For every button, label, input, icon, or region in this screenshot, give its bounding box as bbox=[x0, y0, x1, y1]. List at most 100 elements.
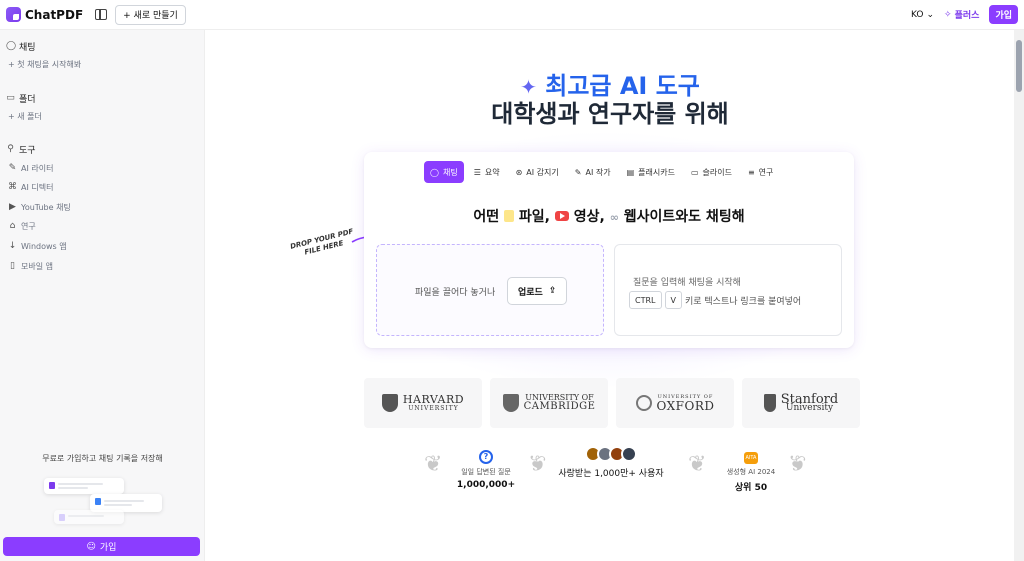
tab-label: AI 감지기 bbox=[526, 167, 559, 177]
brand-name: ChatPDF bbox=[25, 7, 84, 22]
save-history-prompt: 무료로 가입하고 채팅 기록을 저장해 bbox=[42, 454, 163, 463]
mobile-icon: ▯ bbox=[10, 261, 15, 271]
scrollbar-thumb[interactable] bbox=[1016, 40, 1022, 92]
tab-label: 채팅 bbox=[442, 167, 458, 177]
sidebar-item-label: 모바일 앱 bbox=[21, 262, 53, 271]
shield-icon bbox=[381, 394, 398, 412]
stat-label: 사랑받는 1,000만+ 사용자 bbox=[558, 469, 664, 479]
chevron-down-icon: ⌄ bbox=[926, 9, 935, 20]
list-icon: ☰ bbox=[473, 167, 481, 177]
sidebar-item-mobile-app[interactable]: ▯ 모바일 앱 bbox=[8, 261, 53, 272]
stat-label: 생성형 AI 2024 bbox=[726, 468, 776, 476]
university-sub: CAMBRIDGE bbox=[523, 401, 596, 412]
graduation-icon: ⌂ bbox=[9, 221, 16, 231]
language-selector[interactable]: KO ⌄ bbox=[911, 10, 934, 20]
title-part: 영상, bbox=[573, 209, 605, 225]
research-icon: ≡ bbox=[747, 167, 755, 177]
question-icon: ? bbox=[479, 449, 493, 464]
sidebar-section-folder: ▭ 폴더 bbox=[6, 92, 35, 106]
harvard-logo: HARVARD UNIVERSITY bbox=[364, 378, 482, 428]
sidebar-toggle-icon[interactable] bbox=[95, 9, 108, 20]
sidebar-item-label: AI 라이터 bbox=[21, 164, 54, 173]
wrench-icon: ⚲ bbox=[7, 144, 14, 154]
link-icon: ∞ bbox=[609, 211, 619, 224]
youtube-icon bbox=[554, 211, 569, 221]
cambridge-logo: UNIVERSITY OF CAMBRIDGE bbox=[490, 378, 608, 428]
slides-icon: ▭ bbox=[690, 167, 699, 177]
sparkle-icon: ✧ bbox=[944, 9, 952, 20]
avatar bbox=[621, 446, 637, 462]
tab-label: 플래시카드 bbox=[638, 167, 675, 177]
shield-icon bbox=[502, 394, 519, 412]
plus-label: 플러스 bbox=[954, 11, 980, 21]
sidebar-item-label: Windows 앱 bbox=[21, 242, 67, 251]
upload-button[interactable]: 업로드 ⇪ bbox=[507, 277, 568, 305]
tab-label: 연구 bbox=[758, 167, 774, 177]
tool-tabs: ◯ 채팅 ☰ 요약 ⊛ AI 감지기 ✎ AI 작가 ▤ 플래시카드 ▭ 슬라이드 ≡ 연구 bbox=[424, 161, 779, 183]
university-name: UNIVERSITY OF bbox=[525, 393, 594, 402]
stat-value: 상위 50 bbox=[734, 483, 768, 493]
question-input-box[interactable]: 질문을 입력해 채팅을 시작해 CTRL V 키로 텍스트나 링크를 붙여넣어 bbox=[614, 244, 842, 336]
drop-zone-text: 파일을 끌어다 놓거나 bbox=[415, 288, 496, 298]
tab-slides[interactable]: ▭ 슬라이드 bbox=[685, 161, 738, 183]
question-placeholder: 질문을 입력해 채팅을 시작해 bbox=[633, 278, 741, 288]
tab-label: 슬라이드 bbox=[702, 167, 732, 177]
page-scrollbar[interactable] bbox=[1014, 30, 1024, 561]
tab-ai-detector[interactable]: ⊛ AI 감지기 bbox=[510, 161, 565, 183]
detector-icon: ⊛ bbox=[515, 167, 523, 177]
card-icon: ▤ bbox=[626, 167, 635, 177]
signup-button-sidebar[interactable]: ☺ 가입 bbox=[3, 537, 200, 556]
chat-icon: ◯ bbox=[430, 167, 439, 177]
laurel-left-icon: ❦ bbox=[424, 452, 443, 477]
stanford-logo: Stanford University bbox=[742, 378, 860, 428]
university-logos: HARVARD UNIVERSITY UNIVERSITY OF CAMBRIDGE… bbox=[364, 378, 860, 428]
pencil-icon: ✎ bbox=[8, 163, 17, 173]
start-first-chat[interactable]: + 첫 채팅을 시작해봐 bbox=[8, 59, 81, 70]
tab-ai-writer[interactable]: ✎ AI 작가 bbox=[569, 161, 617, 183]
language-label: KO bbox=[911, 9, 924, 20]
sidebar-item-windows-app[interactable]: ↓ Windows 앱 bbox=[8, 241, 67, 252]
chat-any-title: 어떤 파일, 영상, ∞ 웹사이트와도 채팅해 bbox=[364, 206, 854, 226]
sidebar-item-ai-writer[interactable]: ✎ AI 라이터 bbox=[8, 163, 54, 174]
tab-research[interactable]: ≡ 연구 bbox=[742, 161, 779, 183]
stat-award: AITA 생성형 AI 2024 상위 50 bbox=[711, 444, 791, 493]
new-chat-button[interactable]: + 새로 만들기 bbox=[115, 4, 186, 25]
new-folder[interactable]: + 새 폴더 bbox=[8, 111, 42, 122]
folder-icon: ▭ bbox=[6, 93, 15, 103]
file-drop-zone[interactable]: 파일을 끌어다 놓거나 업로드 ⇪ bbox=[376, 244, 604, 336]
pencil-icon: ✎ bbox=[574, 167, 582, 177]
tab-label: 요약 bbox=[484, 167, 500, 177]
sidebar-item-research[interactable]: ⌂ 연구 bbox=[8, 221, 36, 232]
youtube-icon: ▶ bbox=[9, 202, 16, 212]
paste-hint: CTRL V 키로 텍스트나 링크를 붙여넣어 bbox=[629, 291, 801, 309]
paste-hint-text: 키로 텍스트나 링크를 붙여넣어 bbox=[684, 296, 802, 307]
title-part: 어떤 bbox=[473, 209, 500, 225]
seal-icon bbox=[635, 395, 652, 411]
section-title: 채팅 bbox=[19, 43, 36, 53]
signup-button-top[interactable]: 가입 bbox=[989, 5, 1018, 24]
hero-title-line2: 대학생과 연구자를 위해 bbox=[491, 100, 729, 128]
tab-chat[interactable]: ◯ 채팅 bbox=[424, 161, 464, 183]
download-icon: ↓ bbox=[8, 241, 17, 251]
sidebar-item-youtube-chat[interactable]: ▶ YouTube 채팅 bbox=[8, 202, 71, 213]
sidebar-item-ai-detector[interactable]: ⌘ AI 디텍터 bbox=[8, 182, 53, 193]
university-sub: UNIVERSITY bbox=[408, 405, 459, 412]
tab-summary[interactable]: ☰ 요약 bbox=[468, 161, 506, 183]
university-sub: University bbox=[785, 403, 834, 413]
upload-icon: ⇪ bbox=[548, 286, 557, 296]
sidebar-item-label: 연구 bbox=[21, 222, 36, 231]
user-icon: ☺ bbox=[86, 541, 96, 552]
plus-button[interactable]: ✧ 플러스 bbox=[944, 8, 980, 22]
signup-label: 가입 bbox=[99, 543, 117, 553]
file-icon bbox=[504, 210, 515, 222]
chat-panel: ◯ 채팅 ☰ 요약 ⊛ AI 감지기 ✎ AI 작가 ▤ 플래시카드 ▭ 슬라이드 ≡ 연구 … bbox=[364, 152, 854, 348]
title-part: 웹사이트와도 채팅해 bbox=[623, 209, 745, 225]
section-title: 도구 bbox=[19, 146, 36, 156]
title-part: 파일, bbox=[518, 209, 551, 225]
sidebar-item-label: AI 디텍터 bbox=[21, 183, 54, 192]
ai-icon: ⌘ bbox=[8, 182, 17, 192]
stat-label: 일일 답변된 질문 bbox=[461, 467, 511, 476]
laurel-right-icon: ❦ bbox=[788, 452, 807, 477]
brand-logo[interactable]: ChatPDF bbox=[6, 7, 83, 22]
tab-flashcards[interactable]: ▤ 플래시카드 bbox=[621, 161, 681, 183]
